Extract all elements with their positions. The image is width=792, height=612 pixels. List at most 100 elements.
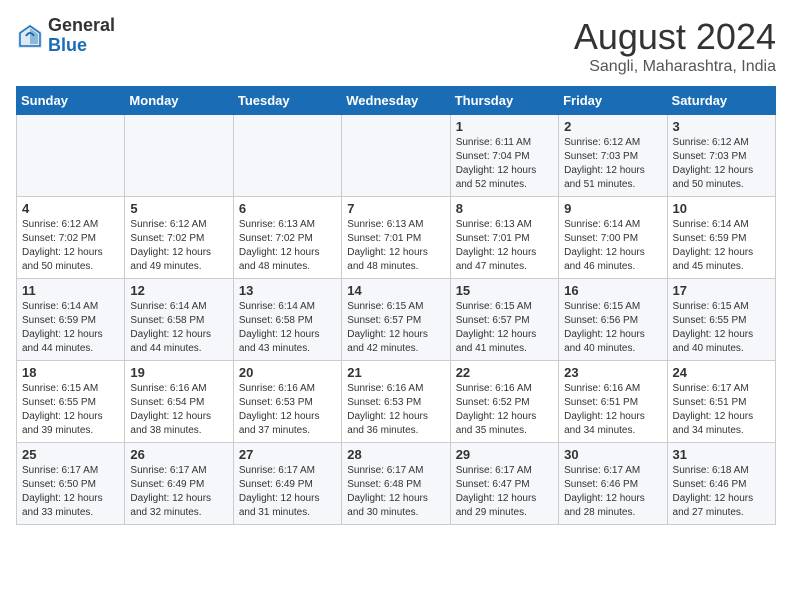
day-info: Sunrise: 6:13 AM Sunset: 7:02 PM Dayligh… — [239, 218, 336, 274]
day-number: 26 — [130, 447, 227, 462]
day-number: 6 — [239, 201, 336, 216]
day-info: Sunrise: 6:12 AM Sunset: 7:03 PM Dayligh… — [564, 136, 661, 192]
calendar-day-cell: 2Sunrise: 6:12 AM Sunset: 7:03 PM Daylig… — [559, 115, 667, 197]
day-info: Sunrise: 6:13 AM Sunset: 7:01 PM Dayligh… — [456, 218, 553, 274]
calendar-week-row: 25Sunrise: 6:17 AM Sunset: 6:50 PM Dayli… — [17, 443, 776, 525]
day-info: Sunrise: 6:15 AM Sunset: 6:56 PM Dayligh… — [564, 300, 661, 356]
logo-text: General Blue — [48, 16, 115, 56]
day-number: 10 — [673, 201, 770, 216]
day-info: Sunrise: 6:17 AM Sunset: 6:46 PM Dayligh… — [564, 464, 661, 520]
calendar-table: SundayMondayTuesdayWednesdayThursdayFrid… — [16, 86, 776, 525]
day-number: 12 — [130, 283, 227, 298]
day-info: Sunrise: 6:17 AM Sunset: 6:51 PM Dayligh… — [673, 382, 770, 438]
day-number: 24 — [673, 365, 770, 380]
calendar-day-cell: 28 Sunrise: 6:17 AM Sunset: 6:48 PM Dayli… — [342, 443, 450, 525]
logo: General Blue — [16, 16, 115, 56]
calendar-day-cell: 4Sunrise: 6:12 AM Sunset: 7:02 PM Daylig… — [17, 197, 125, 279]
day-number: 14 — [347, 283, 444, 298]
day-number: 21 — [347, 365, 444, 380]
day-number: 13 — [239, 283, 336, 298]
day-info: Sunrise: 6:14 AM Sunset: 6:59 PM Dayligh… — [22, 300, 119, 356]
calendar-body: 1 Sunrise: 6:11 AM Sunset: 7:04 PM Daylig… — [17, 115, 776, 525]
calendar-week-row: 11Sunrise: 6:14 AM Sunset: 6:59 PM Dayli… — [17, 279, 776, 361]
day-info: Sunrise: 6:12 AM Sunset: 7:03 PM Dayligh… — [673, 136, 770, 192]
weekday-header: Saturday — [667, 87, 775, 115]
day-number: 4 — [22, 201, 119, 216]
calendar-day-cell: 16Sunrise: 6:15 AM Sunset: 6:56 PM Dayli… — [559, 279, 667, 361]
calendar-day-cell: 1 Sunrise: 6:11 AM Sunset: 7:04 PM Daylig… — [450, 115, 558, 197]
calendar-day-cell: 23 Sunrise: 6:16 AM Sunset: 6:51 PM Dayli… — [559, 361, 667, 443]
calendar-day-cell: 8 Sunrise: 6:13 AM Sunset: 7:01 PM Daylig… — [450, 197, 558, 279]
calendar-week-row: 1 Sunrise: 6:11 AM Sunset: 7:04 PM Daylig… — [17, 115, 776, 197]
weekday-row: SundayMondayTuesdayWednesdayThursdayFrid… — [17, 87, 776, 115]
day-info: Sunrise: 6:16 AM Sunset: 6:53 PM Dayligh… — [347, 382, 444, 438]
calendar-day-cell: 11Sunrise: 6:14 AM Sunset: 6:59 PM Dayli… — [17, 279, 125, 361]
day-number: 20 — [239, 365, 336, 380]
day-info: Sunrise: 6:18 AM Sunset: 6:46 PM Dayligh… — [673, 464, 770, 520]
day-number: 27 — [239, 447, 336, 462]
calendar-week-row: 4 Sunrise: 6:12 AM Sunset: 7:02 PM Daylig… — [17, 197, 776, 279]
day-info: Sunrise: 6:14 AM Sunset: 6:59 PM Dayligh… — [673, 218, 770, 274]
logo-general: General — [48, 15, 115, 35]
calendar-day-cell: 5 Sunrise: 6:12 AM Sunset: 7:02 PM Daylig… — [125, 197, 233, 279]
calendar-day-cell: 21 Sunrise: 6:16 AM Sunset: 6:53 PM Dayli… — [342, 361, 450, 443]
weekday-header: Friday — [559, 87, 667, 115]
weekday-header: Wednesday — [342, 87, 450, 115]
page-header: General Blue August 2024 Sangli, Maharas… — [16, 16, 776, 76]
weekday-header: Monday — [125, 87, 233, 115]
calendar-day-cell: 14Sunrise: 6:15 AM Sunset: 6:57 PM Dayli… — [342, 279, 450, 361]
logo-icon — [16, 22, 44, 50]
weekday-header: Tuesday — [233, 87, 341, 115]
calendar-day-cell — [342, 115, 450, 197]
calendar-day-cell: 17 Sunrise: 6:15 AM Sunset: 6:55 PM Dayli… — [667, 279, 775, 361]
location: Sangli, Maharashtra, India — [574, 58, 776, 76]
calendar-day-cell: 18 Sunrise: 6:15 AM Sunset: 6:55 PM Dayli… — [17, 361, 125, 443]
day-info: Sunrise: 6:14 AM Sunset: 6:58 PM Dayligh… — [239, 300, 336, 356]
calendar-day-cell: 13 Sunrise: 6:14 AM Sunset: 6:58 PM Dayli… — [233, 279, 341, 361]
day-number: 23 — [564, 365, 661, 380]
day-info: Sunrise: 6:17 AM Sunset: 6:48 PM Dayligh… — [347, 464, 444, 520]
day-info: Sunrise: 6:14 AM Sunset: 7:00 PM Dayligh… — [564, 218, 661, 274]
day-number: 31 — [673, 447, 770, 462]
day-info: Sunrise: 6:17 AM Sunset: 6:47 PM Dayligh… — [456, 464, 553, 520]
calendar-day-cell: 3 Sunrise: 6:12 AM Sunset: 7:03 PM Daylig… — [667, 115, 775, 197]
day-info: Sunrise: 6:11 AM Sunset: 7:04 PM Dayligh… — [456, 136, 553, 192]
day-number: 3 — [673, 119, 770, 134]
day-number: 1 — [456, 119, 553, 134]
calendar-day-cell: 9 Sunrise: 6:14 AM Sunset: 7:00 PM Daylig… — [559, 197, 667, 279]
day-number: 17 — [673, 283, 770, 298]
calendar-header: SundayMondayTuesdayWednesdayThursdayFrid… — [17, 87, 776, 115]
calendar-week-row: 18 Sunrise: 6:15 AM Sunset: 6:55 PM Dayli… — [17, 361, 776, 443]
calendar-day-cell — [125, 115, 233, 197]
day-number: 7 — [347, 201, 444, 216]
day-info: Sunrise: 6:16 AM Sunset: 6:54 PM Dayligh… — [130, 382, 227, 438]
day-number: 18 — [22, 365, 119, 380]
calendar-day-cell: 31 Sunrise: 6:18 AM Sunset: 6:46 PM Dayli… — [667, 443, 775, 525]
calendar-day-cell: 12 Sunrise: 6:14 AM Sunset: 6:58 PM Dayli… — [125, 279, 233, 361]
month-year: August 2024 — [574, 16, 776, 58]
day-info: Sunrise: 6:16 AM Sunset: 6:52 PM Dayligh… — [456, 382, 553, 438]
weekday-header: Thursday — [450, 87, 558, 115]
day-number: 28 — [347, 447, 444, 462]
day-info: Sunrise: 6:16 AM Sunset: 6:53 PM Dayligh… — [239, 382, 336, 438]
calendar-day-cell: 10 Sunrise: 6:14 AM Sunset: 6:59 PM Dayli… — [667, 197, 775, 279]
calendar-day-cell: 20 Sunrise: 6:16 AM Sunset: 6:53 PM Dayli… — [233, 361, 341, 443]
day-info: Sunrise: 6:15 AM Sunset: 6:55 PM Dayligh… — [673, 300, 770, 356]
day-number: 9 — [564, 201, 661, 216]
day-number: 5 — [130, 201, 227, 216]
day-info: Sunrise: 6:17 AM Sunset: 6:49 PM Dayligh… — [130, 464, 227, 520]
day-info: Sunrise: 6:16 AM Sunset: 6:51 PM Dayligh… — [564, 382, 661, 438]
day-number: 29 — [456, 447, 553, 462]
calendar-day-cell — [233, 115, 341, 197]
calendar-day-cell — [17, 115, 125, 197]
day-info: Sunrise: 6:14 AM Sunset: 6:58 PM Dayligh… — [130, 300, 227, 356]
day-info: Sunrise: 6:15 AM Sunset: 6:55 PM Dayligh… — [22, 382, 119, 438]
day-number: 8 — [456, 201, 553, 216]
day-info: Sunrise: 6:17 AM Sunset: 6:49 PM Dayligh… — [239, 464, 336, 520]
calendar-day-cell: 22Sunrise: 6:16 AM Sunset: 6:52 PM Dayli… — [450, 361, 558, 443]
calendar-day-cell: 19Sunrise: 6:16 AM Sunset: 6:54 PM Dayli… — [125, 361, 233, 443]
day-number: 25 — [22, 447, 119, 462]
title-section: August 2024 Sangli, Maharashtra, India — [574, 16, 776, 76]
calendar-day-cell: 24 Sunrise: 6:17 AM Sunset: 6:51 PM Dayli… — [667, 361, 775, 443]
day-info: Sunrise: 6:12 AM Sunset: 7:02 PM Dayligh… — [130, 218, 227, 274]
